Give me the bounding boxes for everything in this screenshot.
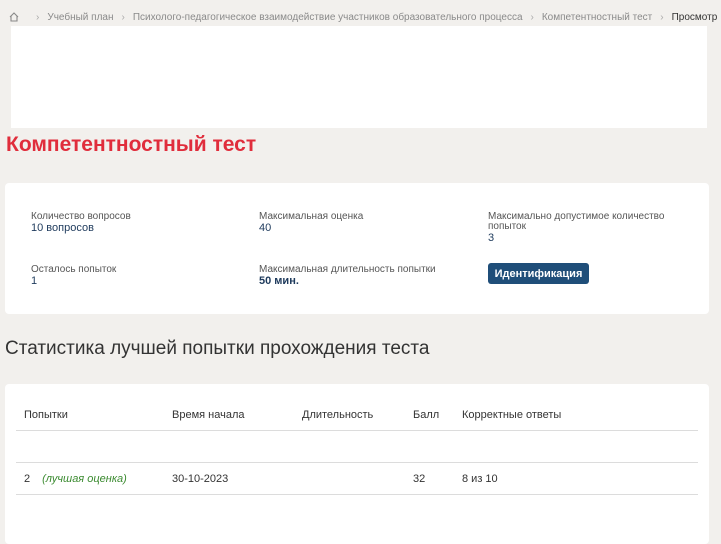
breadcrumb-item-current: Просмотр: [671, 11, 718, 23]
chevron-right-icon: ›: [660, 11, 664, 23]
home-icon[interactable]: [8, 11, 20, 23]
stats-card: Попытки Время начала Длительность Балл К…: [5, 384, 709, 544]
correct-answers-cell: 8 из 10: [462, 473, 498, 485]
content-panel: [11, 26, 707, 128]
remaining-attempts-label: Осталось попыток: [31, 264, 117, 275]
remaining-attempts-value: 1: [31, 275, 38, 287]
column-attempts: Попытки: [24, 409, 68, 421]
stats-title: Статистика лучшей попытки прохождения те…: [5, 338, 430, 359]
breadcrumb-item-plan[interactable]: Учебный план: [47, 12, 113, 23]
chevron-right-icon: ›: [530, 11, 534, 23]
max-duration-value: 50 мин.: [259, 275, 299, 287]
questions-count-label: Количество вопросов: [31, 211, 131, 222]
column-score: Балл: [413, 409, 440, 421]
breadcrumb-item-course[interactable]: Психолого-педагогическое взаимодействие …: [133, 12, 523, 23]
max-score-value: 40: [259, 222, 272, 234]
max-duration: Максимальная длительность попытки 50 мин…: [259, 264, 436, 287]
chevron-right-icon: ›: [121, 11, 125, 23]
chevron-right-icon: ›: [36, 11, 40, 23]
questions-count: Количество вопросов 10 вопросов: [31, 211, 131, 234]
max-attempts: Максимально допустимое количество попыто…: [488, 211, 688, 244]
max-score: Максимальная оценка 40: [259, 211, 364, 234]
identification-button[interactable]: Идентификация: [488, 263, 589, 284]
test-info-card: Количество вопросов 10 вопросов Максимал…: [5, 183, 709, 314]
questions-count-value: 10 вопросов: [31, 222, 94, 234]
score-cell: 32: [413, 473, 426, 485]
table-row: 2 (лучшая оценка) 30-10-2023 32 8 из 10: [16, 463, 698, 495]
page-title: Компетентностный тест: [6, 133, 257, 156]
max-attempts-value: 3: [488, 232, 495, 244]
max-score-label: Максимальная оценка: [259, 211, 364, 222]
start-time-cell: 30-10-2023: [172, 473, 229, 485]
attempt-number: 2: [24, 473, 31, 485]
column-start-time: Время начала: [172, 409, 245, 421]
max-attempts-label: Максимально допустимое количество попыто…: [488, 211, 665, 232]
column-correct-answers: Корректные ответы: [462, 409, 562, 421]
breadcrumb-item-test[interactable]: Компетентностный тест: [542, 12, 652, 23]
best-score-label: (лучшая оценка): [42, 473, 127, 485]
table-header: Попытки Время начала Длительность Балл К…: [16, 398, 698, 431]
column-duration: Длительность: [302, 409, 374, 421]
remaining-attempts: Осталось попыток 1: [31, 264, 117, 287]
max-duration-label: Максимальная длительность попытки: [259, 264, 436, 275]
attempt-cell: 2 (лучшая оценка): [24, 473, 127, 485]
